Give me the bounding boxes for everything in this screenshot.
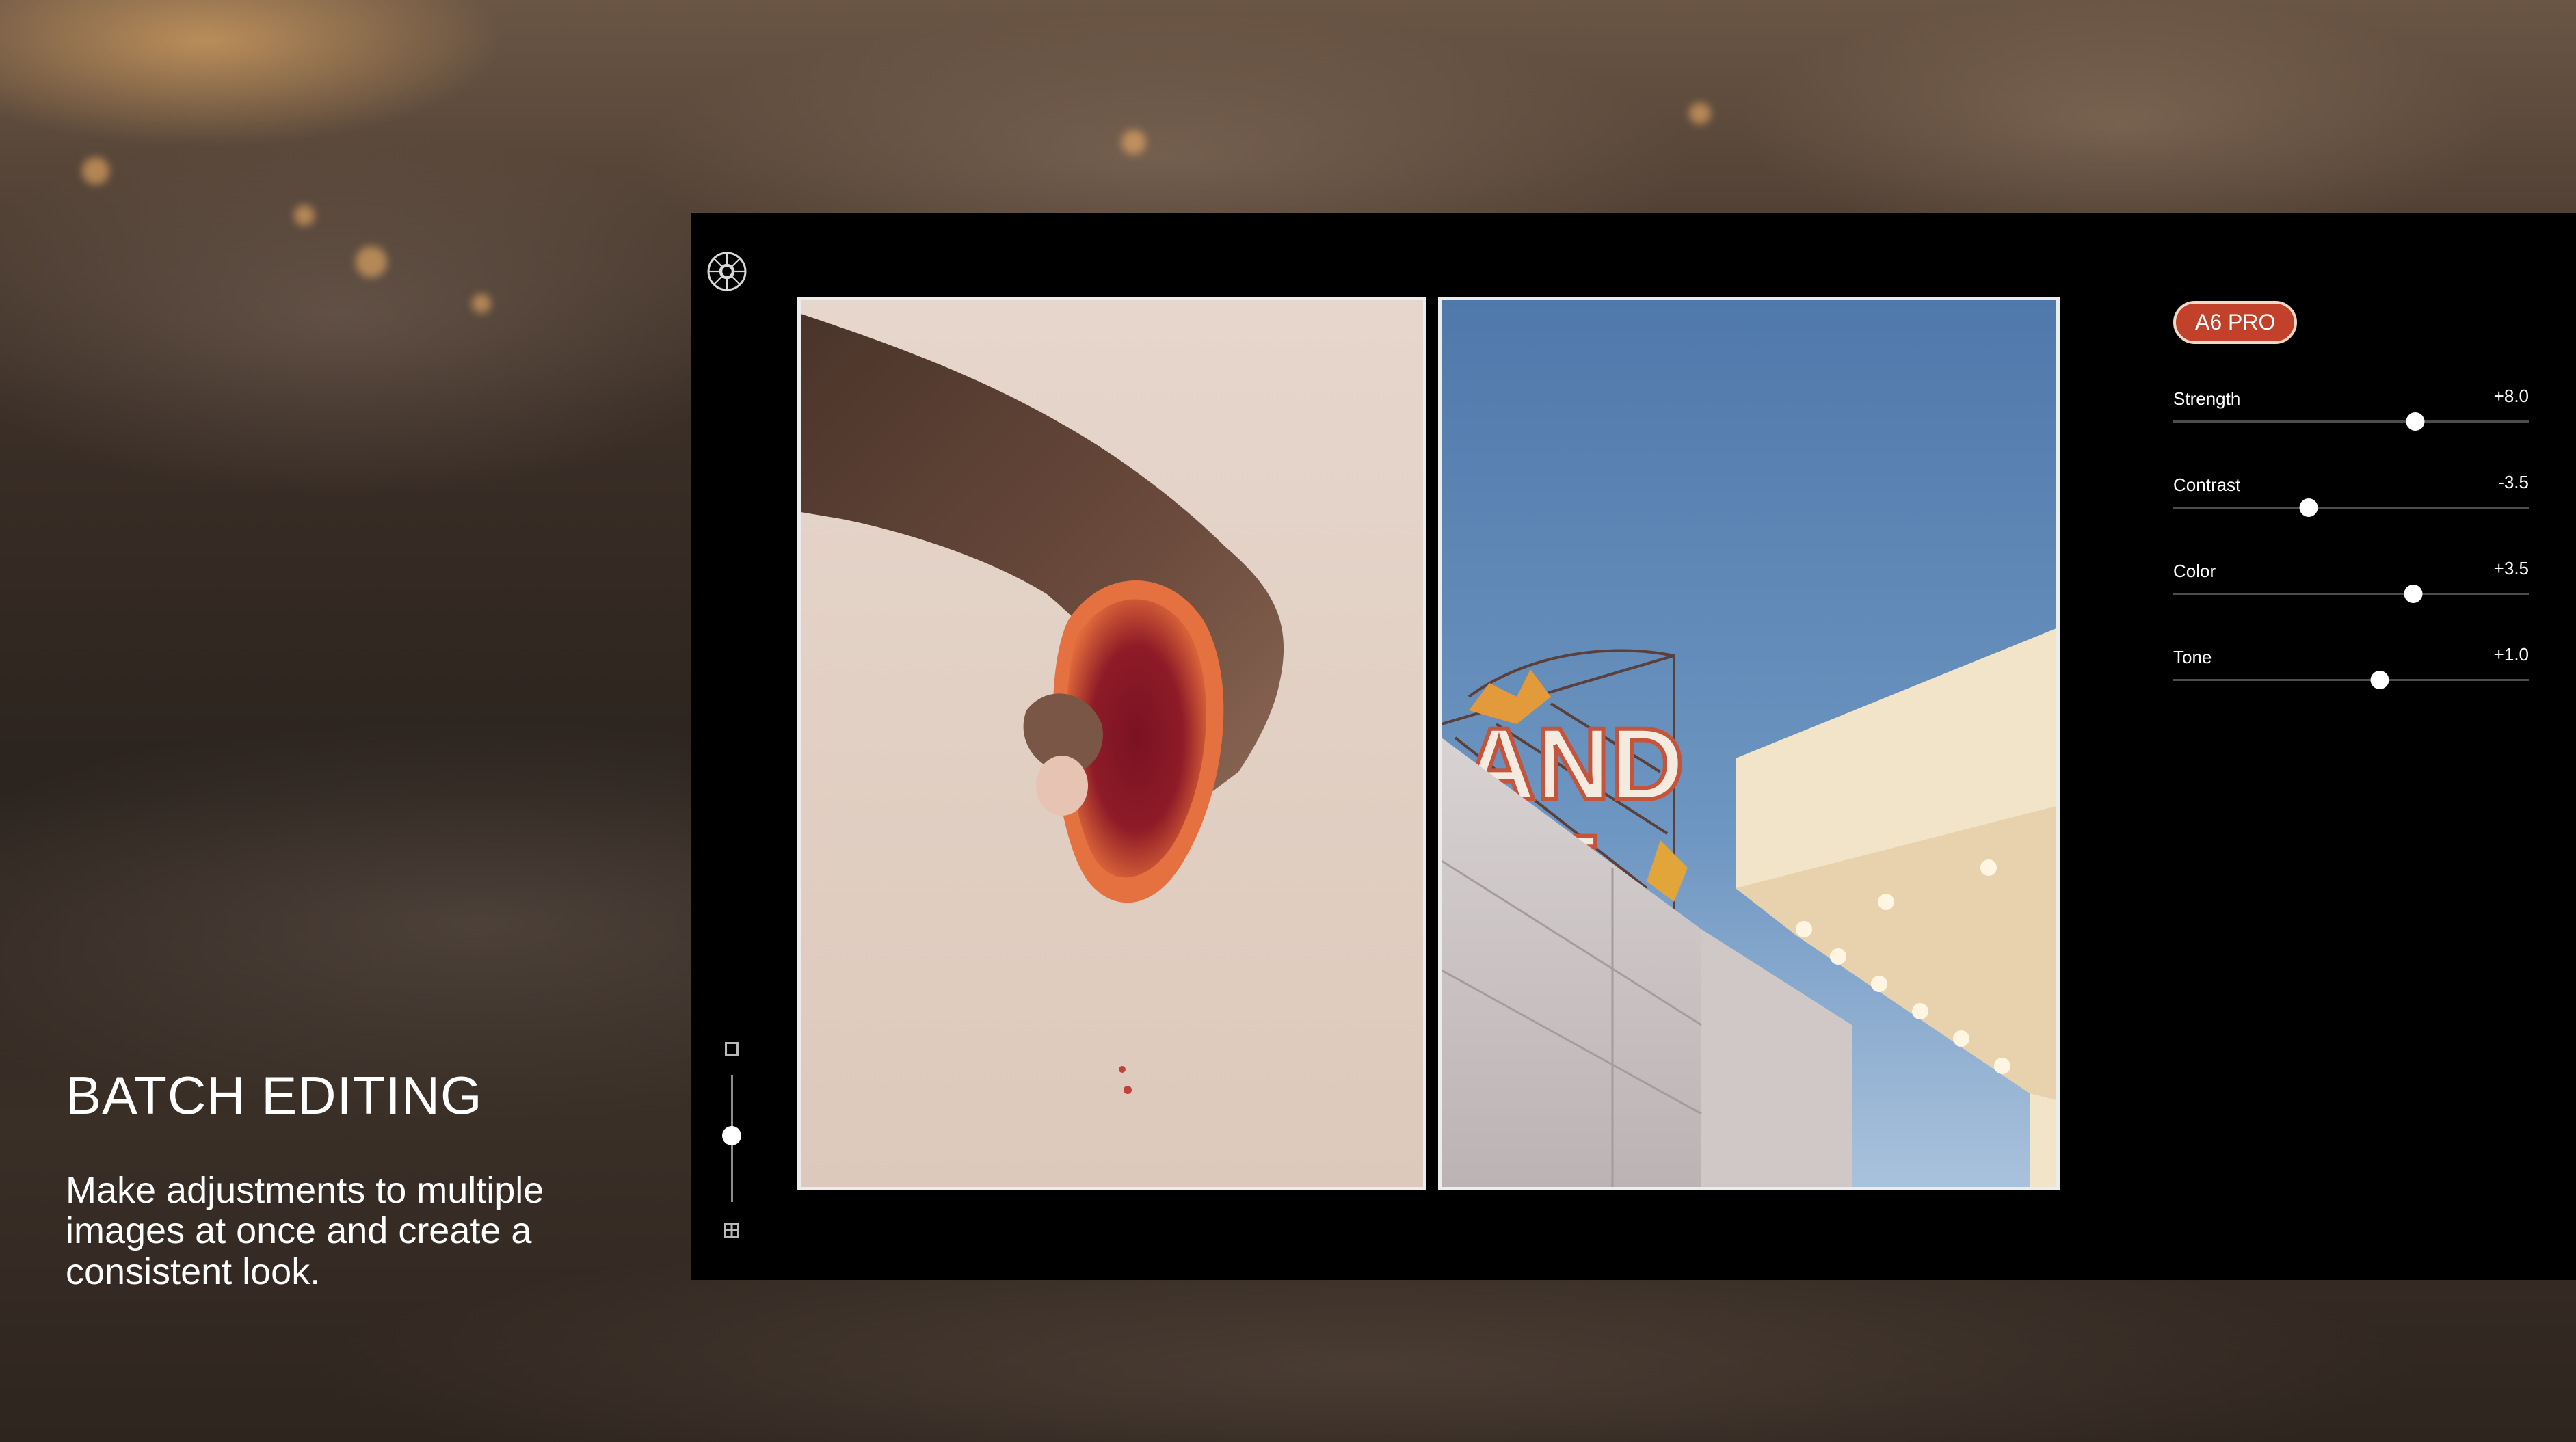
slider-track[interactable] xyxy=(2173,412,2529,431)
slider-knob[interactable] xyxy=(2370,671,2389,689)
slider-track[interactable] xyxy=(2173,585,2529,603)
preset-badge[interactable]: A6 PRO xyxy=(2173,301,2298,345)
bokeh-light xyxy=(1121,130,1146,155)
bokeh-light xyxy=(356,246,387,278)
slider-tone[interactable]: Tone +1.0 xyxy=(2173,641,2529,727)
slider-value: -3.5 xyxy=(2498,472,2529,492)
background-photo: BATCH EDITING Make adjustments to multip… xyxy=(0,0,2576,1442)
zoom-slider[interactable] xyxy=(717,1042,749,1279)
slider-knob[interactable] xyxy=(2404,585,2423,603)
slider-knob[interactable] xyxy=(2299,498,2318,517)
bokeh-light xyxy=(472,294,491,313)
slider-value: +8.0 xyxy=(2493,386,2529,406)
promo-copy: BATCH EDITING Make adjustments to multip… xyxy=(66,1065,654,1292)
slider-track[interactable] xyxy=(2173,671,2529,689)
vsco-logo-icon[interactable] xyxy=(706,250,748,293)
slider-value: +3.5 xyxy=(2493,558,2529,578)
slider-track[interactable] xyxy=(2173,498,2529,517)
slider-value: +1.0 xyxy=(2493,644,2529,665)
single-view-icon[interactable] xyxy=(725,1042,739,1056)
slider-label: Strength xyxy=(2173,388,2241,409)
slider-color[interactable]: Color +3.5 xyxy=(2173,555,2529,641)
editor-window: AND E xyxy=(691,213,2576,1280)
promo-description: Make adjustments to multiple images at o… xyxy=(66,1169,544,1292)
slider-strength[interactable]: Strength +8.0 xyxy=(2173,383,2529,469)
photo-blood-orange[interactable] xyxy=(797,297,1426,1190)
slider-label: Contrast xyxy=(2173,475,2241,495)
slider-knob[interactable] xyxy=(2406,412,2425,431)
slider-contrast[interactable]: Contrast -3.5 xyxy=(2173,469,2529,555)
promo-heading: BATCH EDITING xyxy=(66,1065,483,1125)
bokeh-light xyxy=(82,157,109,185)
adjustments-panel: A6 PRO Strength +8.0 Contrast -3.5 Color +3.5… xyxy=(2173,301,2529,727)
bokeh-light xyxy=(294,205,315,226)
slider-label: Tone xyxy=(2173,647,2212,667)
photo-grand-hotel[interactable]: AND E xyxy=(1438,297,2060,1190)
bokeh-light xyxy=(1689,103,1711,124)
zoom-knob[interactable] xyxy=(722,1126,741,1146)
slider-label: Color xyxy=(2173,561,2216,581)
grid-view-icon[interactable] xyxy=(724,1223,739,1238)
